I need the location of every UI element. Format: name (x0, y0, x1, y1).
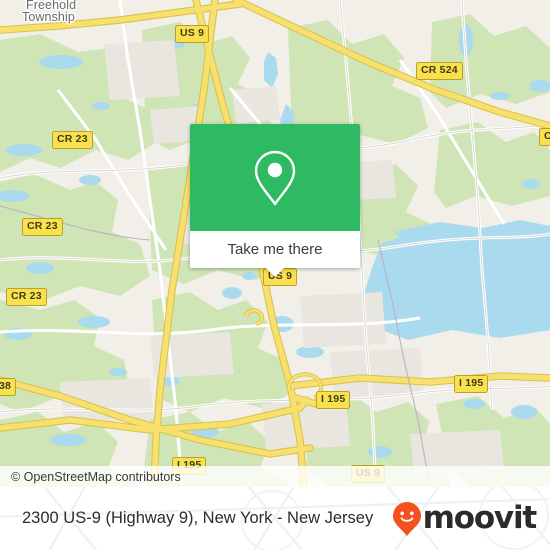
map-attribution-bar: © OpenStreetMap contributors (0, 466, 550, 487)
map-pin-icon (254, 150, 296, 205)
popup-pointer-tail (266, 268, 284, 277)
shield-cr-23-lower[interactable]: CR 23 (6, 288, 47, 306)
moovit-smiley-pin-icon (392, 501, 421, 536)
shield-i-195-east[interactable]: I 195 (454, 375, 489, 393)
take-me-there-button[interactable]: Take me there (190, 231, 360, 268)
shield-i-195-center[interactable]: I 195 (316, 391, 351, 409)
shield-cr-right-clipped[interactable]: C (539, 128, 550, 146)
moovit-logo[interactable]: moovit (392, 500, 538, 537)
popup-image-panel (190, 124, 360, 231)
attribution-text[interactable]: © OpenStreetMap contributors (11, 470, 181, 484)
map-canvas[interactable]: Freehold Township US 9 CR 524 C CR 23 CR… (0, 0, 550, 487)
shield-cr-23-upper[interactable]: CR 23 (52, 131, 93, 149)
shield-cr-538-clipped[interactable]: 38 (0, 378, 17, 396)
map-popup-card[interactable]: Take me there (190, 124, 360, 277)
shield-cr-23-middle[interactable]: CR 23 (22, 218, 63, 236)
address-label: 2300 US-9 (Highway 9), New York - New Je… (22, 509, 374, 527)
shield-us-9-north[interactable]: US 9 (175, 25, 210, 43)
footer-bar: 2300 US-9 (Highway 9), New York - New Je… (0, 487, 550, 550)
moovit-wordmark: moovit (422, 500, 538, 536)
shield-cr-524[interactable]: CR 524 (416, 62, 463, 80)
take-me-there-label: Take me there (227, 241, 323, 258)
